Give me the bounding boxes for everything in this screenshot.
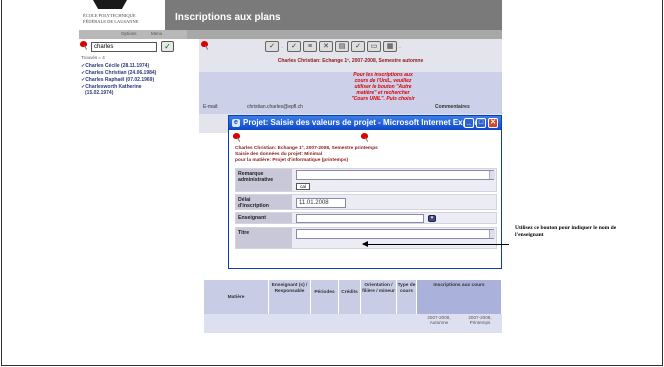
app-header: ÉCOLE POLYTECHNIQUE FÉDÉRALE DE LAUSANNE… — [79, 0, 502, 30]
col-header: Orientation / filière / mineur — [361, 280, 397, 314]
check-icon[interactable]: ✓ — [351, 41, 365, 52]
window-icon[interactable]: ▭ — [367, 41, 381, 52]
nav-menu[interactable]: Menu — [151, 31, 162, 36]
title-textarea[interactable] — [296, 229, 494, 239]
close-button[interactable]: ✕ — [488, 118, 498, 128]
col-header: Périodes — [311, 280, 339, 314]
minimize-button[interactable]: _ — [464, 118, 474, 128]
courses-table: Matière Enseignant (s) / Responsable Pér… — [204, 280, 502, 333]
separator-icon: · — [281, 45, 283, 51]
remark-label: Remarque administrative — [236, 169, 292, 191]
col-header: Enseignant (s) / Responsable — [269, 280, 311, 314]
email-label: E-mail: — [203, 104, 219, 110]
col-header: Type de cours — [397, 280, 417, 314]
validate-all-icon[interactable]: ✓ — [287, 41, 301, 52]
validate-icon[interactable]: ✓ — [265, 41, 279, 52]
title-label: Titre — [236, 228, 292, 248]
callout-arrow-icon — [362, 241, 368, 247]
logo-line-2: FÉDÉRALE DE LAUSANNE — [83, 19, 139, 24]
person-link-cont[interactable]: (15.02.1974) — [85, 90, 113, 96]
email-value[interactable]: christian.charles@epfl.ch — [247, 104, 303, 110]
col-header: Crédits — [339, 280, 361, 314]
ie-icon: e — [232, 119, 240, 127]
nav-options[interactable]: Options — [121, 31, 137, 36]
teacher-label: Enseignant — [236, 213, 292, 223]
epfl-logo: ÉCOLE POLYTECHNIQUE FÉDÉRALE DE LAUSANNE — [79, 0, 165, 30]
delay-row: Délai d'inscription 11.01.2008 — [235, 194, 497, 210]
calendar-button[interactable]: cal — [296, 183, 310, 190]
screenshot-area: ÉCOLE POLYTECHNIQUE FÉDÉRALE DE LAUSANNE… — [79, 0, 502, 333]
results-count: Trouvés = 4 — [81, 55, 105, 60]
separator-icon: · — [399, 45, 401, 51]
pin-icon — [80, 41, 89, 50]
dialog-title: Projet: Saisie des valeurs de projet - M… — [243, 118, 486, 127]
delete-icon[interactable]: ✕ — [319, 41, 333, 52]
pin-icon — [361, 133, 370, 142]
teacher-select-button[interactable]: ▾ — [428, 215, 436, 222]
person-link[interactable]: ✓Charles Cécile (28.11.1974) — [81, 63, 149, 69]
calendar-icon[interactable]: ▦ — [383, 41, 397, 52]
maximize-button[interactable]: □ — [476, 118, 486, 128]
course-title: Charles Christian: Echange 1º, 2007-2008… — [277, 58, 424, 64]
unil-notice: Pour les inscriptions aux cours de l'Uni… — [351, 72, 415, 102]
comments-label: Commentaires — [435, 104, 470, 110]
dialog-body: Charles Christian: Echange 1º, 2007-2008… — [229, 130, 501, 268]
edit-icon[interactable]: ≡ — [303, 41, 317, 52]
remark-textarea[interactable] — [296, 170, 494, 180]
search-ok-button[interactable]: ✓ — [161, 41, 174, 52]
logo-line-1: ÉCOLE POLYTECHNIQUE — [83, 13, 136, 18]
callout-line — [363, 244, 509, 245]
col-header: Inscriptions aux cours — [417, 280, 502, 314]
info-row: Pour les inscriptions aux cours de l'Uni… — [199, 72, 502, 114]
dialog-titlebar[interactable]: e Projet: Saisie des valeurs de projet -… — [229, 116, 501, 130]
logo-mark-icon — [93, 0, 127, 9]
search-panel: charles ✓ Trouvés = 4 ✓Charles Cécile (2… — [79, 39, 197, 119]
col-header: Matière — [204, 280, 269, 314]
dialog-subheading: pour la matière: Projet d'informatique (… — [235, 158, 349, 163]
teacher-input[interactable] — [296, 214, 424, 223]
pin-icon — [233, 133, 242, 142]
year-header: 2007-2008, Printemps — [468, 315, 492, 325]
print-icon[interactable]: ▤ — [335, 41, 349, 52]
delay-label: Délai d'inscription — [236, 195, 292, 209]
scroll-icon[interactable] — [489, 230, 495, 238]
pin-icon — [201, 41, 210, 50]
callout-text: Utilisez ce bouton pour indiquer le nom … — [515, 225, 617, 238]
scroll-icon[interactable] — [489, 171, 495, 179]
remark-row: Remarque administrative cal — [235, 168, 497, 192]
delay-input[interactable]: 11.01.2008 — [296, 198, 346, 208]
subnav-bar — [187, 30, 502, 39]
search-input[interactable]: charles — [91, 42, 157, 52]
app-title: Inscriptions aux plans — [175, 12, 281, 23]
teacher-row: Enseignant ▾ — [235, 212, 497, 224]
person-link[interactable]: ✓Charles Raphaël (07.02.1969) — [81, 77, 154, 83]
person-link[interactable]: ✓Charles Christian (24.06.1984) — [81, 70, 156, 76]
year-header: 2007-2008, Automne — [427, 315, 451, 325]
